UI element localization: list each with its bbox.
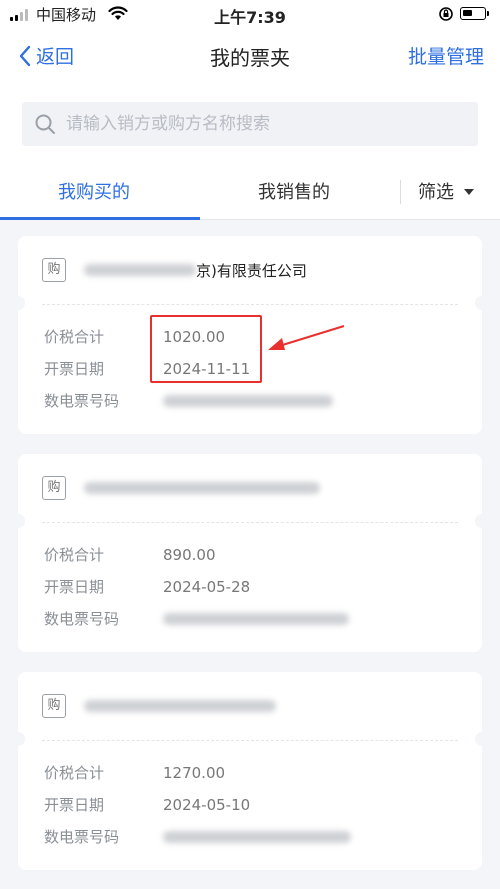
date-label: 开票日期 xyxy=(44,360,105,378)
redacted-text xyxy=(84,700,276,712)
date-value: 2024-05-10 xyxy=(163,795,251,814)
company-name: 京)有限责任公司 xyxy=(84,260,307,281)
back-button[interactable]: 返回 xyxy=(18,42,74,69)
clock: 上午7:39 xyxy=(214,8,286,27)
dashed-divider xyxy=(42,522,458,523)
purchase-icon: 购 xyxy=(42,694,66,718)
dashed-divider xyxy=(42,740,458,741)
batch-manage-button[interactable]: 批量管理 xyxy=(408,42,484,69)
purchase-icon: 购 xyxy=(42,258,66,282)
ticket-notch xyxy=(475,732,489,746)
search-input[interactable] xyxy=(66,114,466,134)
ticket-notch xyxy=(11,732,25,746)
ticket-notch xyxy=(475,514,489,528)
tab-divider xyxy=(400,180,401,204)
total-row: 价税合计 1270.00 xyxy=(44,762,225,783)
filter-button[interactable]: 筛选 xyxy=(418,178,474,204)
search-box[interactable] xyxy=(22,102,478,146)
number-row: 数电票号码 xyxy=(44,826,351,847)
tab-bought[interactable]: 我购买的 xyxy=(58,178,130,204)
ticket-notch xyxy=(11,514,25,528)
battery-icon xyxy=(460,7,489,20)
search-area xyxy=(0,86,500,162)
invoice-card[interactable]: 购 价税合计 1270.00 开票日期 2024-05-10 数电票号码 xyxy=(11,672,489,870)
invoice-header: 购 xyxy=(42,476,320,500)
ticket-notch xyxy=(475,296,489,310)
total-row: 价税合计 890.00 xyxy=(44,544,216,565)
nav-bar: 返回 我的票夹 批量管理 xyxy=(0,28,500,86)
date-value: 2024-05-28 xyxy=(163,577,251,596)
date-label: 开票日期 xyxy=(44,796,105,814)
total-label: 价税合计 xyxy=(44,764,105,782)
back-label: 返回 xyxy=(36,46,75,68)
total-value: 1270.00 xyxy=(163,763,226,782)
redacted-text xyxy=(84,264,196,276)
number-label: 数电票号码 xyxy=(44,610,120,628)
filter-label: 筛选 xyxy=(418,182,454,203)
total-label: 价税合计 xyxy=(44,328,105,346)
redacted-text xyxy=(163,394,333,407)
invoice-card[interactable]: 购 价税合计 890.00 开票日期 2024-05-28 数电票号码 xyxy=(11,454,489,652)
search-icon xyxy=(35,114,55,134)
company-name xyxy=(84,482,320,494)
total-label: 价税合计 xyxy=(44,546,105,564)
date-label: 开票日期 xyxy=(44,578,105,596)
number-row: 数电票号码 xyxy=(44,608,349,629)
date-row: 开票日期 2024-05-10 xyxy=(44,794,250,815)
tab-sold[interactable]: 我销售的 xyxy=(258,178,330,204)
number-row: 数电票号码 xyxy=(44,390,333,411)
annotation-arrow-icon xyxy=(268,325,345,350)
company-name-suffix: 京)有限责任公司 xyxy=(196,261,307,280)
annotation-highlight-box xyxy=(150,315,262,383)
status-bar: 中国移动 上午7:39 xyxy=(0,0,500,28)
tab-bar: 我购买的 我销售的 筛选 xyxy=(0,162,500,220)
caret-down-icon xyxy=(464,189,474,195)
invoice-header: 购 京)有限责任公司 xyxy=(42,258,307,282)
redacted-text xyxy=(163,830,351,843)
dashed-divider xyxy=(42,304,458,305)
ticket-notch xyxy=(11,296,25,310)
redacted-text xyxy=(84,482,320,494)
company-name xyxy=(84,700,276,712)
date-row: 开票日期 2024-05-28 xyxy=(44,576,250,597)
orientation-lock-icon xyxy=(439,7,453,21)
tab-indicator xyxy=(0,217,200,220)
number-label: 数电票号码 xyxy=(44,392,120,410)
chevron-left-icon xyxy=(19,45,31,66)
total-value: 890.00 xyxy=(163,545,216,564)
purchase-icon: 购 xyxy=(42,476,66,500)
invoice-header: 购 xyxy=(42,694,276,718)
redacted-text xyxy=(163,612,349,625)
number-label: 数电票号码 xyxy=(44,828,120,846)
